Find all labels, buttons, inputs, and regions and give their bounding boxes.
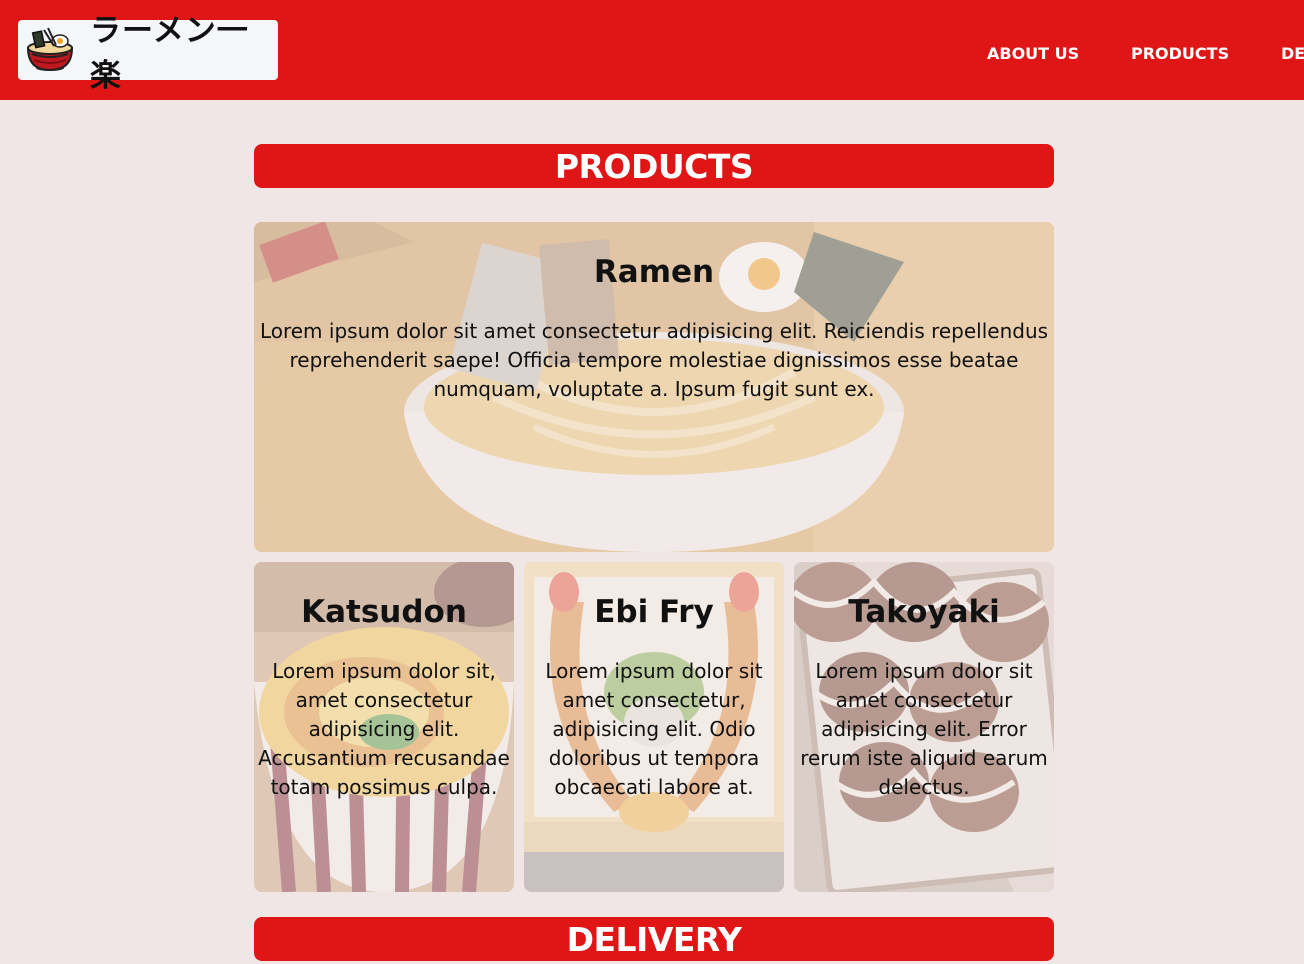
card-title: Ramen	[593, 254, 715, 290]
delivery-heading: DELIVERY	[254, 917, 1054, 961]
products-heading: PRODUCTS	[254, 144, 1054, 188]
card-description: Lorem ipsum dolor sit amet consectetur a…	[259, 319, 1049, 401]
card-title: Takoyaki	[848, 594, 1000, 630]
logo-text: ラーメン一楽	[90, 13, 249, 94]
card-description: Lorem ipsum dolor sit, amet consectetur …	[258, 659, 510, 799]
site-header: ラーメン一楽 ABOUT US PRODUCTS DELIVERY	[0, 0, 1304, 100]
nav-link-about-us[interactable]: ABOUT US	[987, 44, 1079, 63]
card-title: Ebi Fry	[594, 594, 714, 630]
product-card-takoyaki[interactable]: Takoyaki Lorem ipsum dolor sit amet cons…	[794, 562, 1054, 892]
card-description: Lorem ipsum dolor sit amet consectetur, …	[545, 659, 763, 799]
card-content: Ramen Lorem ipsum dolor sit amet consect…	[254, 222, 1054, 473]
nav-link-products[interactable]: PRODUCTS	[1131, 44, 1229, 63]
product-card-ebi-fry[interactable]: Ebi Fry Lorem ipsum dolor sit amet conse…	[524, 562, 784, 892]
main-nav: ABOUT US PRODUCTS DELIVERY	[704, 44, 1304, 64]
card-title: Katsudon	[301, 594, 467, 630]
product-card-katsudon[interactable]: Katsudon Lorem ipsum dolor sit, amet con…	[254, 562, 514, 892]
card-description: Lorem ipsum dolor sit amet consectetur a…	[800, 659, 1048, 799]
product-card-ramen[interactable]: Ramen Lorem ipsum dolor sit amet consect…	[254, 222, 1054, 552]
ramen-bowl-icon	[24, 24, 76, 76]
nav-link-delivery[interactable]: DELIVERY	[1281, 44, 1304, 63]
logo[interactable]: ラーメン一楽	[18, 13, 278, 94]
